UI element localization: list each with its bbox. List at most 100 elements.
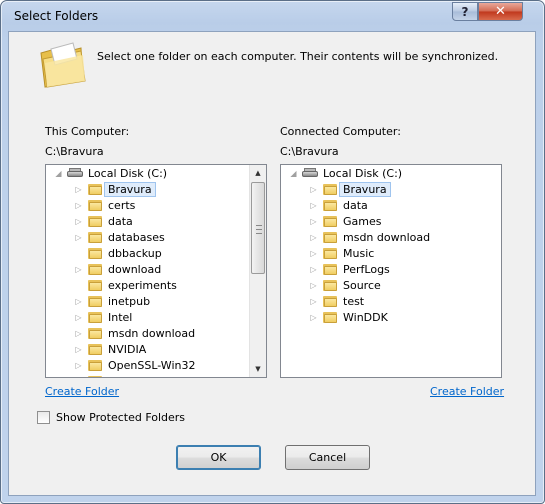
tree-row-folder[interactable]: ▷ Source [309, 277, 381, 293]
drive-label: Local Disk (C:) [323, 166, 403, 180]
tree-row-drive[interactable]: ◢ Local Disk (C:) [289, 165, 402, 181]
tree-row-folder[interactable]: ▷ databases [74, 229, 165, 245]
vertical-scrollbar[interactable]: ▲ ▼ [249, 165, 266, 377]
folder-icon [88, 263, 102, 275]
tree-row-folder[interactable]: ▷ PerfLogs [309, 261, 390, 277]
tree-row-folder[interactable]: ▷ Intel [74, 309, 132, 325]
folder-label: inetpub [108, 294, 151, 308]
folder-label: databases [108, 230, 165, 244]
tree-row-folder[interactable]: ▷ OpenSSL-Win32 [74, 357, 195, 373]
expand-arrow-icon [74, 281, 83, 290]
expand-arrow-icon[interactable]: ▷ [74, 361, 83, 370]
grip-icon [256, 225, 262, 234]
expand-arrow-icon[interactable]: ▷ [74, 297, 83, 306]
tree-row-folder[interactable]: ▷ test [309, 293, 364, 309]
folder-icon [88, 247, 102, 259]
expand-arrow-icon[interactable]: ▷ [74, 217, 83, 226]
show-protected-row[interactable]: Show Protected Folders [37, 411, 185, 424]
folder-label: test [343, 294, 365, 308]
connected-computer-path: C:\Bravura [280, 145, 339, 158]
expand-arrow-icon[interactable]: ▷ [309, 249, 318, 258]
close-button[interactable]: ✕ [478, 2, 523, 21]
tree-row-folder[interactable]: ▷ data [309, 197, 368, 213]
folder-label: msdn download [343, 230, 431, 244]
folder-icon [88, 327, 102, 339]
folder-icon [323, 279, 337, 291]
expand-arrow-icon[interactable]: ▷ [309, 233, 318, 242]
window-title: Select Folders [14, 9, 99, 23]
folder-label: experiments [108, 278, 177, 292]
tree-row-folder[interactable]: ▷ NVIDIA [74, 341, 146, 357]
expand-arrow-icon[interactable]: ▷ [309, 201, 318, 210]
expand-arrow-icon[interactable]: ▷ [74, 265, 83, 274]
tree-row-folder[interactable]: ▷ msdn download [74, 325, 195, 341]
folder-label: WinDDK [343, 310, 388, 324]
expand-arrow-icon[interactable]: ▷ [74, 185, 83, 194]
help-button[interactable]: ? [452, 2, 478, 21]
tree-row-folder[interactable]: ▷ certs [74, 197, 135, 213]
folder-icon [323, 199, 337, 211]
expand-arrow-icon[interactable]: ▷ [309, 185, 318, 194]
expand-arrow-icon[interactable]: ▷ [74, 345, 83, 354]
folder-icon [323, 231, 337, 243]
folder-icon [323, 247, 337, 259]
scrollbar-thumb[interactable] [251, 182, 265, 274]
folder-label: OpenSSL-Win32 [108, 358, 196, 372]
expand-arrow-icon[interactable]: ▷ [309, 217, 318, 226]
tree-row-folder[interactable]: ▷ WinDDK [309, 309, 388, 325]
expand-arrow-icon[interactable]: ▷ [74, 313, 83, 322]
collapse-arrow-icon[interactable]: ◢ [54, 169, 63, 178]
connected-computer-folder-tree[interactable]: ◢ Local Disk (C:) ▷ Bravura ▷ data ▷ Games ▷ msdn… [280, 164, 502, 378]
select-folders-dialog: Select Folders ? ✕ Select one folder on … [0, 0, 545, 504]
tree-row-folder[interactable]: ▷ data [74, 213, 133, 229]
expand-arrow-icon[interactable]: ▷ [309, 265, 318, 274]
tree-row-folder[interactable]: ▷ Bravura [74, 181, 156, 197]
collapse-arrow-icon[interactable]: ◢ [289, 169, 298, 178]
show-protected-checkbox[interactable] [37, 411, 50, 424]
tree-row-folder[interactable]: ▷ Bravura [309, 181, 391, 197]
folder-label: Bravura [339, 181, 391, 197]
folder-icon [88, 279, 102, 291]
tree-row-folder[interactable]: ▷ Games [309, 213, 381, 229]
folder-label: data [108, 214, 133, 228]
expand-arrow-icon[interactable]: ▷ [309, 297, 318, 306]
tree-row-drive[interactable]: ◢ Local Disk (C:) [54, 165, 167, 181]
folder-icon [88, 343, 102, 355]
expand-arrow-icon[interactable]: ▷ [309, 313, 318, 322]
cancel-button[interactable]: Cancel [285, 445, 370, 470]
show-protected-label: Show Protected Folders [56, 411, 186, 424]
this-computer-label: This Computer: [45, 125, 130, 138]
title-bar[interactable]: Select Folders ? ✕ [1, 1, 544, 31]
connected-computer-label: Connected Computer: [280, 125, 401, 138]
expand-arrow-icon [74, 249, 83, 258]
tree-row-folder[interactable]: ▷ Music [309, 245, 374, 261]
folder-label: Music [343, 246, 375, 260]
folder-label: Source [343, 278, 381, 292]
create-folder-left-link[interactable]: Create Folder [45, 385, 119, 398]
folder-label: Games [343, 214, 382, 228]
tree-row-folder[interactable]: ▷ msdn download [309, 229, 430, 245]
folder-icon [88, 295, 102, 307]
create-folder-right-link[interactable]: Create Folder [430, 385, 504, 398]
tree-row-folder[interactable]: ▷ download [74, 261, 161, 277]
this-computer-path: C:\Bravura [45, 145, 104, 158]
ok-button[interactable]: OK [176, 445, 261, 470]
expand-arrow-icon[interactable]: ▷ [309, 281, 318, 290]
expand-arrow-icon[interactable]: ▷ [74, 201, 83, 210]
folder-label: certs [108, 198, 136, 212]
folder-label: PerfLogs [343, 262, 390, 276]
tree-row-folder[interactable]: PCShareManagerUpload [74, 373, 241, 377]
tree-row-folder[interactable]: experiments [74, 277, 177, 293]
tree-row-folder[interactable]: dbbackup [74, 245, 162, 261]
expand-arrow-icon[interactable]: ▷ [74, 329, 83, 338]
scroll-down-arrow-icon[interactable]: ▼ [250, 361, 266, 377]
expand-arrow-icon[interactable]: ▷ [74, 233, 83, 242]
folder-label: Bravura [104, 181, 156, 197]
folder-icon [88, 215, 102, 227]
this-computer-folder-tree[interactable]: ▲ ▼ ◢ Local Disk (C:) ▷ Bravura ▷ certs ▷ data ▷… [45, 164, 267, 378]
scroll-up-arrow-icon[interactable]: ▲ [250, 165, 266, 181]
folder-label: data [343, 198, 368, 212]
folder-sync-icon [40, 42, 86, 88]
drive-icon [302, 168, 318, 178]
tree-row-folder[interactable]: ▷ inetpub [74, 293, 150, 309]
